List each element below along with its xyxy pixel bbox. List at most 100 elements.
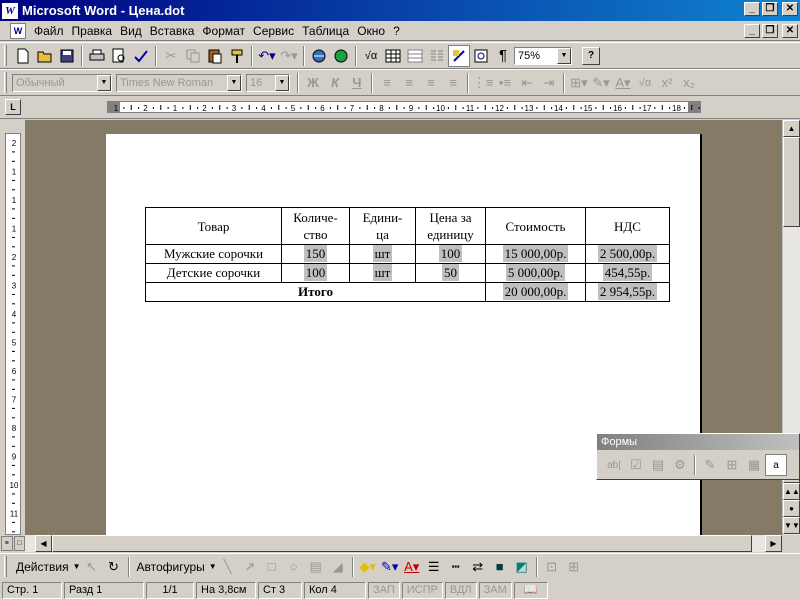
size-dropdown-icon[interactable]: ▼ <box>275 74 289 91</box>
menu-format[interactable]: Формат <box>198 24 249 38</box>
font-dropdown-icon[interactable]: ▼ <box>227 74 241 91</box>
justify-icon[interactable]: ≡ <box>442 72 464 94</box>
cell-unit-price[interactable]: 50 <box>415 263 486 283</box>
scroll-right-button[interactable]: ▶ <box>765 535 782 552</box>
ungroup-icon[interactable]: ⊞ <box>563 556 585 578</box>
zoom-dropdown-icon[interactable]: ▼ <box>557 47 571 64</box>
formula-icon[interactable]: √α <box>360 45 382 67</box>
copy-icon[interactable] <box>182 45 204 67</box>
shadow-icon[interactable]: ■ <box>489 556 511 578</box>
insert-excel-icon[interactable] <box>404 45 426 67</box>
print-preview-icon[interactable] <box>108 45 130 67</box>
cut-scissors-icon[interactable]: ✂ <box>160 45 182 67</box>
style-combo[interactable]: Обычный ▼ <box>12 73 112 92</box>
restore-button[interactable]: ❐ <box>762 2 778 16</box>
insert-frame-icon[interactable]: ▦ <box>743 454 765 476</box>
group-icon[interactable]: ⊡ <box>541 556 563 578</box>
dash-style-icon[interactable]: ┅ <box>445 556 467 578</box>
cell-quantity[interactable]: 100 <box>281 263 350 283</box>
align-right-icon[interactable]: ≡ <box>420 72 442 94</box>
header-cost[interactable]: Стоимость <box>485 207 586 245</box>
price-table[interactable]: Товар Количе-ство Едини-ца Цена за едини… <box>145 207 670 302</box>
cell-unit[interactable]: шт <box>349 244 416 264</box>
subscript-icon[interactable]: x₂ <box>678 72 700 94</box>
menu-file[interactable]: Файл <box>30 24 68 38</box>
header-quantity[interactable]: Количе-ство <box>281 207 350 245</box>
toolbar-grip[interactable] <box>4 72 7 93</box>
status-record[interactable]: ЗАП <box>368 581 400 599</box>
status-overtype[interactable]: ЗАМ <box>478 581 512 599</box>
menu-view[interactable]: Вид <box>116 24 146 38</box>
insert-hyperlink-icon[interactable] <box>308 45 330 67</box>
highlight-icon[interactable]: ✎▾ <box>590 72 612 94</box>
checkbox-field-icon[interactable]: ☑ <box>625 454 647 476</box>
form-field-quantity[interactable]: 150 <box>303 245 328 262</box>
doc-restore-button[interactable]: ❐ <box>762 24 778 38</box>
increase-indent-icon[interactable]: ⇥ <box>538 72 560 94</box>
open-folder-icon[interactable] <box>34 45 56 67</box>
doc-close-button[interactable]: ✕ <box>782 24 798 38</box>
menu-window[interactable]: Окно <box>353 24 389 38</box>
form-field-cost[interactable]: 5 000,00р. <box>505 264 566 281</box>
header-unit[interactable]: Едини-ца <box>349 207 416 245</box>
fill-color-icon[interactable]: ◆▾ <box>357 556 379 578</box>
paste-clipboard-icon[interactable] <box>204 45 226 67</box>
doc-minimize-button[interactable]: _ <box>744 24 760 38</box>
drawing-toggle-icon[interactable] <box>448 44 470 67</box>
rectangle-icon[interactable]: □ <box>261 556 283 578</box>
insert-table-form-icon[interactable]: ⊞ <box>721 454 743 476</box>
form-field-vat[interactable]: 454,55р. <box>602 264 653 281</box>
new-document-icon[interactable] <box>12 45 34 67</box>
form-field-shading-icon[interactable]: a <box>765 454 787 476</box>
cell-quantity[interactable]: 150 <box>281 244 350 264</box>
style-dropdown-icon[interactable]: ▼ <box>97 74 111 91</box>
scroll-up-button[interactable]: ▲ <box>783 120 800 137</box>
font-color-icon[interactable]: A▾ <box>612 72 634 94</box>
form-field-total-cost[interactable]: 20 000,00р. <box>502 283 569 300</box>
header-product[interactable]: Товар <box>145 207 282 245</box>
spelling-status-icon[interactable]: 📖 <box>513 581 548 599</box>
cell-vat[interactable]: 454,55р. <box>585 263 670 283</box>
superscript-icon[interactable]: x² <box>656 72 678 94</box>
close-button[interactable]: ✕ <box>782 2 798 16</box>
menu-tools[interactable]: Сервис <box>249 24 298 38</box>
total-label[interactable]: Итого <box>145 282 486 302</box>
menu-table[interactable]: Таблица <box>298 24 353 38</box>
form-field-cost[interactable]: 15 000,00р. <box>502 245 569 262</box>
form-field-quantity[interactable]: 100 <box>303 264 328 281</box>
document-map-icon[interactable] <box>470 45 492 67</box>
align-center-icon[interactable]: ≡ <box>398 72 420 94</box>
form-field-vat[interactable]: 2 500,00р. <box>597 245 658 262</box>
hscroll-thumb[interactable] <box>52 535 752 552</box>
cell-cost[interactable]: 5 000,00р. <box>485 263 586 283</box>
menu-insert[interactable]: Вставка <box>146 24 199 38</box>
italic-button[interactable]: К <box>324 72 346 94</box>
cell-cost[interactable]: 15 000,00р. <box>485 244 586 264</box>
free-rotate-icon[interactable]: ↻ <box>103 556 125 578</box>
cell-unit[interactable]: шт <box>349 263 416 283</box>
undo-icon[interactable]: ↶▾ <box>256 45 278 67</box>
menu-help[interactable]: ? <box>389 24 404 38</box>
arrow-icon[interactable]: ↗ <box>239 556 261 578</box>
cell-product[interactable]: Мужские сорочки <box>145 244 282 264</box>
cell-vat[interactable]: 2 500,00р. <box>585 244 670 264</box>
zoom-combo[interactable]: 75% ▼ <box>514 46 572 65</box>
decrease-indent-icon[interactable]: ⇤ <box>516 72 538 94</box>
cell-total-vat[interactable]: 2 954,55р. <box>585 282 670 302</box>
status-track[interactable]: ИСПР <box>401 581 443 599</box>
oval-icon[interactable]: ○ <box>283 556 305 578</box>
toolbar-grip[interactable] <box>4 556 7 577</box>
help-button[interactable]: ? <box>582 46 600 65</box>
web-toolbar-icon[interactable] <box>330 45 352 67</box>
arrow-style-icon[interactable]: ⇄ <box>467 556 489 578</box>
vertical-ruler[interactable]: 2 1 1 1 2 3 4 5 6 7 8 9 10 11 <box>5 133 21 535</box>
show-hide-pilcrow-icon[interactable]: ¶ <box>492 45 514 67</box>
size-combo[interactable]: 16 ▼ <box>246 73 290 92</box>
toolbar-grip[interactable] <box>4 45 7 66</box>
bold-button[interactable]: Ж <box>302 72 324 94</box>
normal-view-icon[interactable]: ≡ <box>1 536 13 551</box>
autoshapes-dropdown-icon[interactable]: ▼ <box>209 562 217 571</box>
form-field-unit[interactable]: шт <box>372 245 393 262</box>
scroll-left-button[interactable]: ◀ <box>35 535 52 552</box>
cell-total-cost[interactable]: 20 000,00р. <box>485 282 586 302</box>
